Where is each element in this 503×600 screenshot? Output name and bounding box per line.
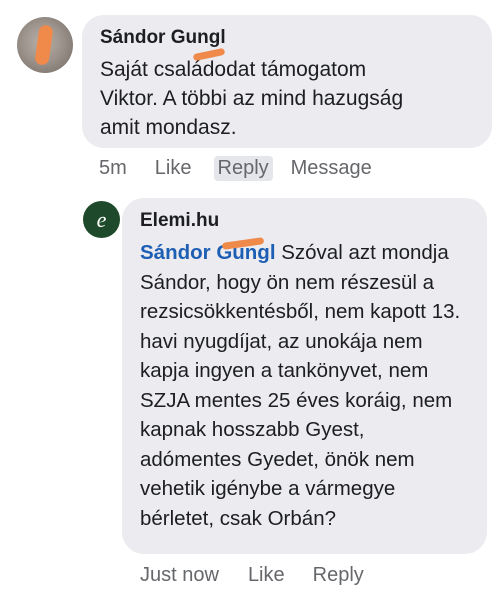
reply-button[interactable]: Reply xyxy=(213,156,273,181)
elemi-logo-icon: e xyxy=(96,206,107,232)
message-button[interactable]: Message xyxy=(291,157,372,180)
comment-timestamp: 5m xyxy=(99,157,127,179)
page-avatar[interactable]: e xyxy=(83,201,120,238)
like-button[interactable]: Like xyxy=(155,157,192,180)
comment-actions: 5m Like Reply Message xyxy=(99,156,372,181)
redaction-mark xyxy=(34,24,54,66)
comment-bubble: Sándor Gungl Saját családodat támogatom … xyxy=(82,15,492,148)
comment-text: Saját családodat támogatom Viktor. A töb… xyxy=(100,58,404,139)
reply-body: Szóval azt mondja Sándor, hogy ön nem ré… xyxy=(140,241,461,530)
reply-timestamp: Just now xyxy=(140,564,219,586)
reply-author-name[interactable]: Elemi.hu xyxy=(140,208,219,234)
like-button[interactable]: Like xyxy=(248,564,285,587)
reply-bubble: Elemi.hu Sándor Gungl Szóval azt mondja … xyxy=(122,198,487,554)
reply-text: Sándor Gungl Szóval azt mondja Sándor, h… xyxy=(140,238,471,533)
commenter-avatar[interactable] xyxy=(17,17,73,73)
reply-button[interactable]: Reply xyxy=(313,564,364,587)
reply-actions: Just now Like Reply xyxy=(140,564,364,587)
comment-author-name[interactable]: Sándor Gungl xyxy=(100,25,226,51)
